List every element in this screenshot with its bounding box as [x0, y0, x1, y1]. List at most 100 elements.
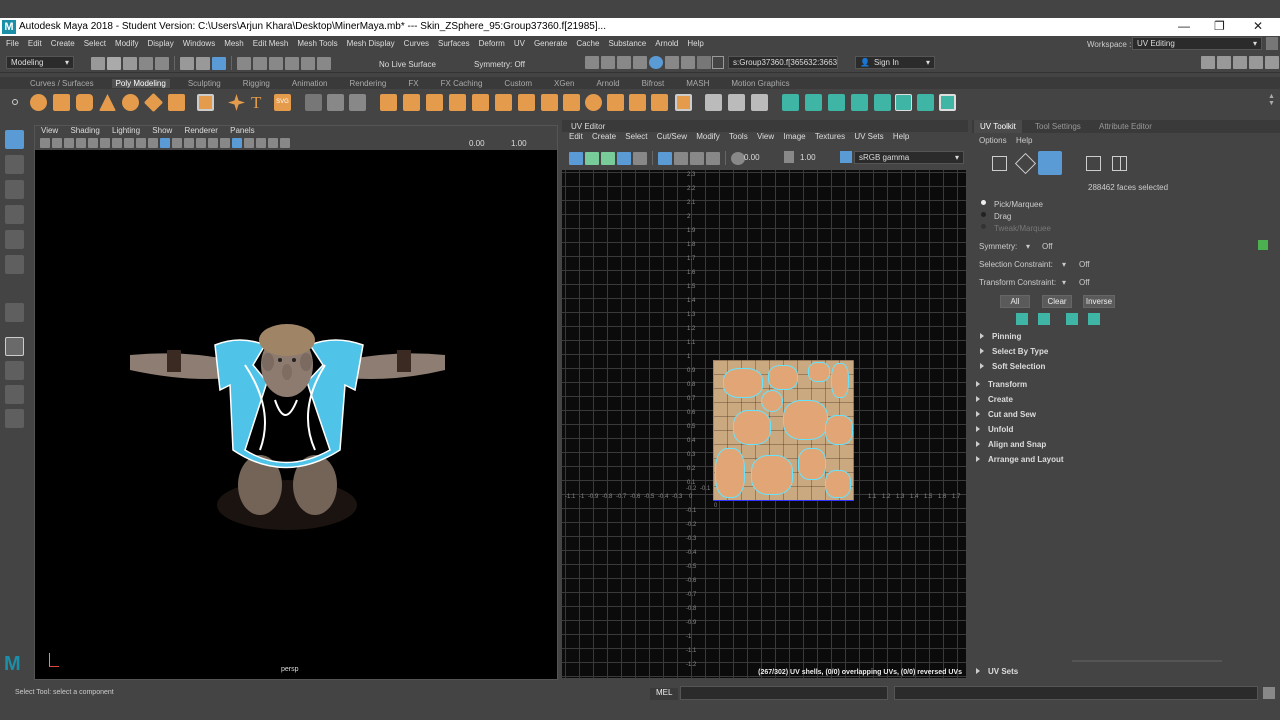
platonic-solid-icon[interactable]: [197, 94, 214, 111]
viewport-menu-renderer[interactable]: Renderer: [185, 126, 218, 135]
snap-curve-icon[interactable]: [253, 56, 267, 70]
lock-icon[interactable]: [1266, 37, 1278, 50]
new-scene-icon[interactable]: [91, 56, 105, 70]
transfer-attributes-icon[interactable]: [874, 94, 891, 111]
select-tool-icon[interactable]: [5, 130, 24, 149]
combine-icon[interactable]: [305, 94, 322, 111]
uv-tile-icon[interactable]: [658, 151, 672, 165]
uv-checker-toggle-icon[interactable]: [601, 151, 615, 165]
invert-selection-button[interactable]: Inverse: [1083, 295, 1115, 308]
pause-icon[interactable]: [697, 56, 711, 69]
shelf-tab-bifrost[interactable]: Bifrost: [642, 79, 665, 88]
toggle-texture-border-icon[interactable]: [1112, 156, 1127, 171]
grid-toggle-icon[interactable]: [88, 138, 98, 148]
tab-attribute-editor[interactable]: Attribute Editor: [1099, 122, 1152, 131]
snap-point-icon[interactable]: [269, 56, 283, 70]
menu-uv[interactable]: UV: [514, 39, 525, 48]
menu-help[interactable]: Help: [687, 39, 703, 48]
poke-icon[interactable]: [651, 94, 668, 111]
toolkit-menu-options[interactable]: Options: [979, 136, 1007, 145]
poly-cube-icon[interactable]: [53, 94, 70, 111]
menu-select[interactable]: Select: [84, 39, 106, 48]
shadows-icon[interactable]: [208, 138, 218, 148]
image-plane-icon[interactable]: [76, 138, 86, 148]
xray-components-icon[interactable]: [268, 138, 278, 148]
uv-pixel-snap-icon[interactable]: [674, 151, 688, 165]
snap-vertex-icon[interactable]: [317, 56, 331, 70]
hypershade-icon[interactable]: [649, 56, 663, 69]
shelf-scroll-icon[interactable]: ▲ ▼: [1268, 93, 1275, 113]
render-settings-icon[interactable]: [633, 56, 647, 69]
center-pivot-icon[interactable]: [349, 94, 366, 111]
symmetry-icon[interactable]: [1258, 240, 1268, 250]
uv-checker-icon[interactable]: [895, 94, 912, 111]
viewport-menu-show[interactable]: Show: [152, 126, 172, 135]
selection-constraint-arrow-icon[interactable]: ▾: [1062, 260, 1066, 269]
outliner-layout-icon[interactable]: [5, 409, 24, 428]
maximize-icon[interactable]: ❐: [1214, 19, 1225, 33]
transform-constraint-arrow-icon[interactable]: ▾: [1062, 278, 1066, 287]
section-soft-selection[interactable]: Soft Selection: [980, 362, 1270, 375]
svg-tool-icon[interactable]: SVG: [274, 94, 291, 111]
uv-select-mode-icon[interactable]: [992, 156, 1007, 171]
uv-menu-image[interactable]: Image: [783, 132, 805, 141]
exposure-icon[interactable]: [280, 138, 290, 148]
open-scene-icon[interactable]: [107, 56, 121, 70]
drag-radio[interactable]: [981, 212, 986, 217]
section-pinning[interactable]: Pinning: [980, 332, 1270, 345]
toolkit-menu-help[interactable]: Help: [1016, 136, 1032, 145]
scale-tool-icon[interactable]: [5, 255, 24, 274]
shelf-tab-fx[interactable]: FX: [408, 79, 418, 88]
append-to-polygon-icon[interactable]: [449, 94, 466, 111]
minimize-icon[interactable]: —: [1178, 19, 1190, 33]
viewport-menu-shading[interactable]: Shading: [70, 126, 99, 135]
field-chart-icon[interactable]: [136, 138, 146, 148]
character-model[interactable]: [35, 150, 557, 680]
shelf-tab-xgen[interactable]: XGen: [554, 79, 574, 88]
edge-select-mode-icon[interactable]: [1014, 152, 1037, 175]
save-scene-icon[interactable]: [123, 56, 137, 70]
shelf-tab-rigging[interactable]: Rigging: [243, 79, 270, 88]
symmetry-dropdown-arrow-icon[interactable]: ▾: [1026, 242, 1030, 251]
select-overlapping-icon[interactable]: [1088, 313, 1100, 325]
selection-field[interactable]: s:Group37360.f[365632:366398]: [728, 56, 838, 69]
lasso-tool-icon[interactable]: [5, 155, 24, 174]
uv-image-icon[interactable]: [690, 151, 704, 165]
menu-windows[interactable]: Windows: [183, 39, 215, 48]
fill-hole-icon[interactable]: [472, 94, 489, 111]
viewport-menu-view[interactable]: View: [41, 126, 58, 135]
textured-icon[interactable]: [184, 138, 194, 148]
poly-disc-icon[interactable]: [168, 94, 185, 111]
xray-joints-icon[interactable]: [256, 138, 266, 148]
uv-exposure-value[interactable]: 0.00: [744, 153, 760, 162]
xray-icon[interactable]: [244, 138, 254, 148]
persp-outliner-layout-icon[interactable]: [5, 385, 24, 404]
planar-map-icon[interactable]: [782, 94, 799, 111]
tweak-marquee-radio[interactable]: [981, 224, 986, 229]
selection-constraint-value[interactable]: Off: [1079, 260, 1090, 269]
uv-menu-tools[interactable]: Tools: [729, 132, 748, 141]
redo-icon[interactable]: [155, 56, 169, 70]
snap-view-icon[interactable]: [285, 56, 299, 70]
type-tool-icon[interactable]: T: [251, 94, 268, 111]
bridge-icon[interactable]: [403, 94, 420, 111]
viewport-menu-lighting[interactable]: Lighting: [112, 126, 140, 135]
shelf-tab-animation[interactable]: Animation: [292, 79, 328, 88]
shelf-tab-poly-modeling[interactable]: Poly Modeling: [111, 79, 170, 88]
uv-texture-icon[interactable]: [585, 151, 599, 165]
uv-channel-icon[interactable]: [706, 151, 720, 165]
spherical-map-icon[interactable]: [828, 94, 845, 111]
four-view-layout-icon[interactable]: [5, 361, 24, 380]
section-create[interactable]: Create: [976, 395, 1266, 408]
smooth-icon[interactable]: [518, 94, 535, 111]
section-arrange-and-layout[interactable]: Arrange and Layout: [976, 455, 1266, 468]
symmetry-value[interactable]: Off: [1042, 242, 1053, 251]
poly-cone-icon[interactable]: [99, 94, 116, 111]
uv-distortion-icon[interactable]: [633, 151, 647, 165]
menu-surfaces[interactable]: Surfaces: [438, 39, 470, 48]
menu-generate[interactable]: Generate: [534, 39, 567, 48]
poly-torus-icon[interactable]: [122, 94, 139, 111]
clear-selection-button[interactable]: Clear: [1042, 295, 1072, 308]
boolean-icon[interactable]: [585, 94, 602, 111]
bevel-icon[interactable]: [426, 94, 443, 111]
